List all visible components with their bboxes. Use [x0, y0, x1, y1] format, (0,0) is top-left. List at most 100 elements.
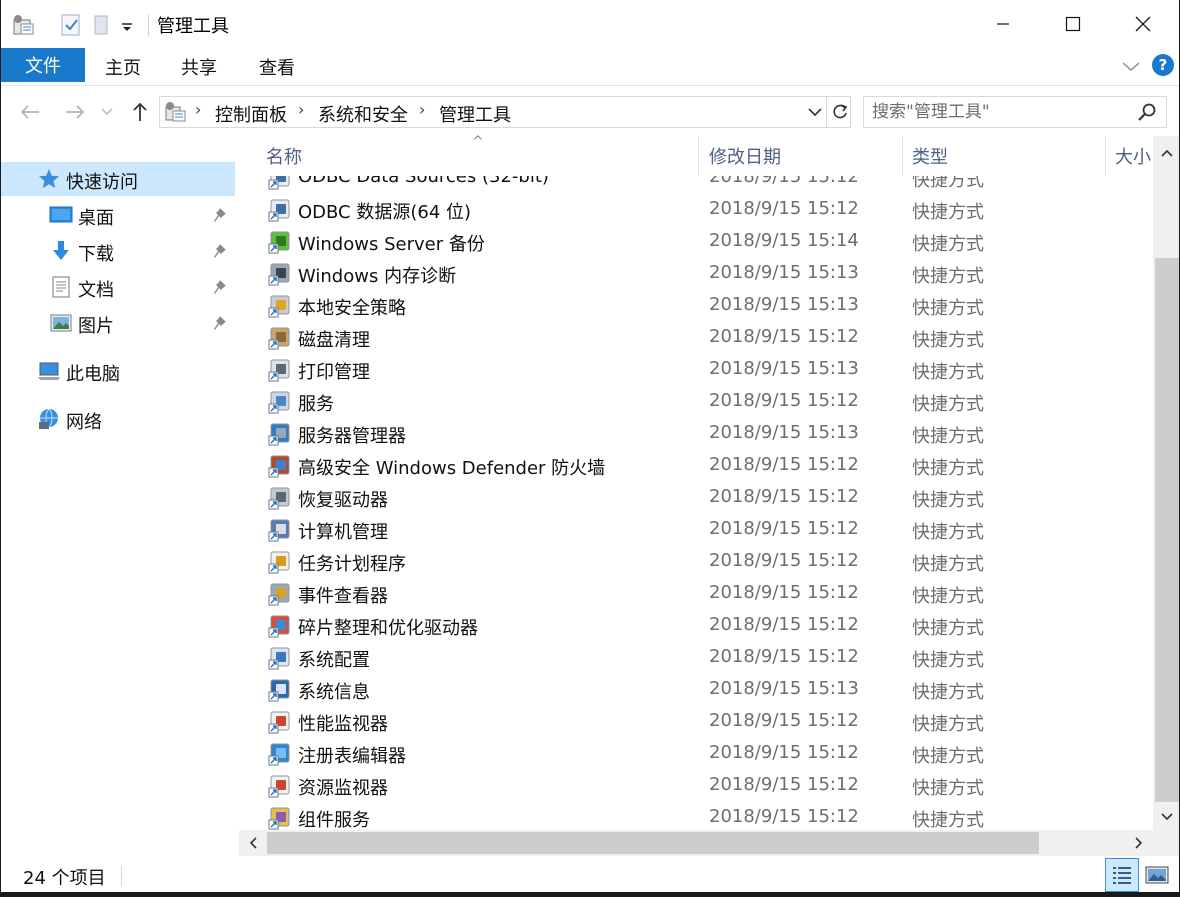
file-row[interactable]: 恢复驱动器 2018/9/15 15:12 快捷方式	[239, 482, 1153, 514]
file-row[interactable]: 任务计划程序 2018/9/15 15:12 快捷方式	[239, 546, 1153, 578]
file-type: 快捷方式	[912, 202, 984, 223]
server-manager-icon	[268, 423, 290, 446]
up-button[interactable]	[126, 98, 154, 126]
minimize-button[interactable]	[968, 0, 1038, 48]
sidebar-item-documents[interactable]: 文档	[1, 270, 235, 304]
sidebar-item-desktop[interactable]: 桌面	[1, 198, 235, 232]
file-row[interactable]: Windows 内存诊断 2018/9/15 15:13 快捷方式	[239, 258, 1153, 290]
breadcrumb-separator-icon[interactable]: ›	[419, 100, 425, 119]
file-type: 快捷方式	[912, 266, 984, 287]
column-header-name[interactable]: 名称	[266, 136, 696, 176]
address-bar[interactable]: › 控制面板 › 系统和安全 › 管理工具	[159, 96, 851, 128]
file-row[interactable]: 高级安全 Windows Defender 防火墙 2018/9/15 15:12…	[239, 450, 1153, 482]
details-view-button[interactable]	[1105, 858, 1139, 892]
sidebar-item-label: 此电脑	[66, 364, 120, 385]
maximize-icon	[1065, 16, 1081, 32]
maximize-button[interactable]	[1038, 0, 1108, 48]
file-row[interactable]: ODBC 数据源(64 位) 2018/9/15 15:12 快捷方式	[239, 194, 1153, 226]
system-info-icon	[268, 679, 290, 702]
file-row[interactable]: 服务器管理器 2018/9/15 15:13 快捷方式	[239, 418, 1153, 450]
sidebar-item-downloads[interactable]: 下载	[1, 234, 235, 268]
expand-ribbon-chevron-icon[interactable]	[1119, 54, 1143, 78]
breadcrumb-control-panel[interactable]: 控制面板	[215, 101, 287, 127]
sidebar-item-quick-access[interactable]: 快速访问	[1, 162, 235, 196]
column-divider[interactable]	[698, 136, 699, 176]
file-type: 快捷方式	[912, 176, 984, 191]
file-row[interactable]: 注册表编辑器 2018/9/15 15:12 快捷方式	[239, 738, 1153, 770]
file-row[interactable]: 打印管理 2018/9/15 15:13 快捷方式	[239, 354, 1153, 386]
recent-locations-button[interactable]	[97, 98, 117, 126]
file-row[interactable]: 计算机管理 2018/9/15 15:12 快捷方式	[239, 514, 1153, 546]
file-row[interactable]: 系统信息 2018/9/15 15:13 快捷方式	[239, 674, 1153, 706]
forward-button[interactable]	[61, 98, 89, 126]
breadcrumb-admin-tools[interactable]: 管理工具	[439, 101, 511, 127]
title-bar: 管理工具	[1, 0, 1179, 48]
address-dropdown-icon[interactable]	[805, 101, 825, 123]
tab-view[interactable]: 查看	[259, 48, 295, 86]
file-row[interactable]: 事件查看器 2018/9/15 15:12 快捷方式	[239, 578, 1153, 610]
tab-file[interactable]: 文件	[1, 48, 85, 82]
pin-icon[interactable]	[213, 314, 231, 332]
customize-toolbar-icon[interactable]	[117, 12, 137, 38]
file-date: 2018/9/15 15:12	[709, 518, 859, 539]
search-input[interactable]	[872, 100, 1122, 124]
file-name: 高级安全 Windows Defender 防火墙	[298, 458, 606, 479]
refresh-button[interactable]	[826, 97, 852, 127]
folder-properties-icon[interactable]	[11, 12, 37, 38]
file-date: 2018/9/15 15:13	[709, 678, 859, 699]
close-button[interactable]	[1108, 0, 1178, 48]
breadcrumb-separator-icon[interactable]: ›	[298, 100, 304, 119]
column-header-date[interactable]: 修改日期	[709, 136, 899, 176]
file-date: 2018/9/15 15:12	[709, 582, 859, 603]
scroll-left-button[interactable]	[241, 830, 265, 856]
horizontal-scroll-thumb[interactable]	[267, 832, 1039, 854]
file-row[interactable]: 碎片整理和优化驱动器 2018/9/15 15:12 快捷方式	[239, 610, 1153, 642]
pin-icon[interactable]	[213, 242, 231, 260]
search-icon[interactable]	[1136, 102, 1158, 124]
column-divider[interactable]	[1105, 136, 1106, 176]
back-button[interactable]	[16, 98, 44, 126]
vertical-scroll-thumb[interactable]	[1155, 258, 1179, 802]
file-row[interactable]: 系统配置 2018/9/15 15:12 快捷方式	[239, 642, 1153, 674]
file-name: 服务	[298, 394, 334, 415]
file-row[interactable]: 资源监视器 2018/9/15 15:12 快捷方式	[239, 770, 1153, 802]
component-services-icon	[268, 807, 290, 830]
recovery-drive-icon	[268, 487, 290, 510]
disk-cleanup-icon	[268, 327, 290, 350]
file-row[interactable]: ODBC Data Sources (32-bit) 2018/9/15 15:1…	[239, 176, 1153, 194]
large-icons-view-button[interactable]	[1140, 858, 1174, 892]
scroll-up-button[interactable]	[1153, 140, 1179, 166]
file-row[interactable]: 本地安全策略 2018/9/15 15:13 快捷方式	[239, 290, 1153, 322]
search-box[interactable]	[863, 96, 1167, 128]
resource-monitor-icon	[268, 775, 290, 798]
vertical-scrollbar[interactable]	[1153, 136, 1179, 830]
file-row[interactable]: Windows Server 备份 2018/9/15 15:14 快捷方式	[239, 226, 1153, 258]
sidebar-item-pictures[interactable]: 图片	[1, 306, 235, 340]
pin-icon[interactable]	[213, 206, 231, 224]
help-icon[interactable]: ?	[1152, 54, 1174, 76]
new-folder-icon[interactable]	[89, 12, 115, 38]
sidebar-item-this-pc[interactable]: 此电脑	[1, 354, 235, 388]
file-type: 快捷方式	[912, 810, 984, 830]
column-divider[interactable]	[902, 136, 903, 176]
file-row[interactable]: 性能监视器 2018/9/15 15:12 快捷方式	[239, 706, 1153, 738]
scroll-right-button[interactable]	[1127, 830, 1151, 856]
horizontal-scrollbar[interactable]	[239, 830, 1153, 856]
system-config-icon	[268, 647, 290, 670]
file-type: 快捷方式	[912, 522, 984, 543]
sidebar-item-network[interactable]: 网络	[1, 402, 235, 436]
scroll-down-button[interactable]	[1153, 804, 1179, 830]
pin-icon[interactable]	[213, 278, 231, 296]
file-row[interactable]: 磁盘清理 2018/9/15 15:12 快捷方式	[239, 322, 1153, 354]
file-row[interactable]: 组件服务 2018/9/15 15:12 快捷方式	[239, 802, 1153, 830]
breadcrumb-system-security[interactable]: 系统和安全	[318, 101, 408, 127]
tab-share[interactable]: 共享	[181, 48, 217, 86]
file-row[interactable]: 服务 2018/9/15 15:12 快捷方式	[239, 386, 1153, 418]
column-header-size[interactable]: 大小	[1115, 136, 1153, 176]
breadcrumb-separator-icon[interactable]: ›	[195, 100, 201, 119]
minimize-icon	[997, 23, 1009, 25]
column-header-type[interactable]: 类型	[912, 136, 1102, 176]
file-name: 服务器管理器	[298, 426, 406, 447]
properties-check-icon[interactable]	[58, 12, 84, 38]
tab-home[interactable]: 主页	[105, 48, 141, 86]
